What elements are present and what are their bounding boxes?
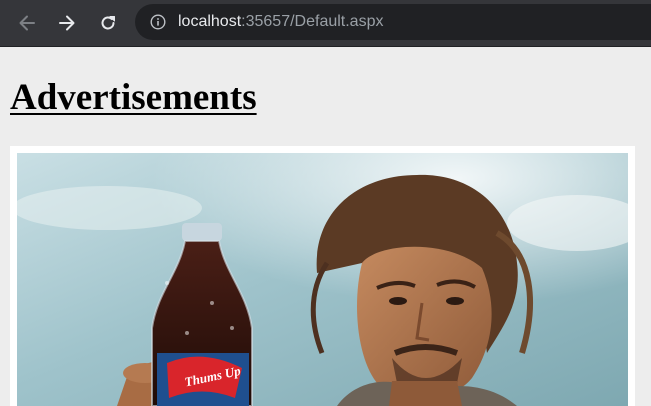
reload-icon [101,16,115,30]
address-bar[interactable]: localhost:35657/Default.aspx [135,4,651,40]
back-arrow-icon [19,15,35,31]
back-button[interactable] [12,8,42,38]
page-title: Advertisements [10,77,257,118]
reload-button[interactable] [93,8,123,38]
forward-button[interactable] [52,8,82,38]
info-icon[interactable] [150,14,166,30]
advertisement-frame: Thums Up [10,146,635,406]
face-shape [357,246,492,399]
advertisement-image[interactable]: Thums Up [17,153,628,406]
page-content: Advertisements Thums Up [0,47,651,406]
url-text[interactable]: localhost:35657/Default.aspx [178,13,383,31]
url-path: :35657/Default.aspx [241,13,384,30]
url-host: localhost [178,13,242,30]
forward-arrow-icon [59,15,75,31]
browser-toolbar: localhost:35657/Default.aspx [0,0,651,47]
